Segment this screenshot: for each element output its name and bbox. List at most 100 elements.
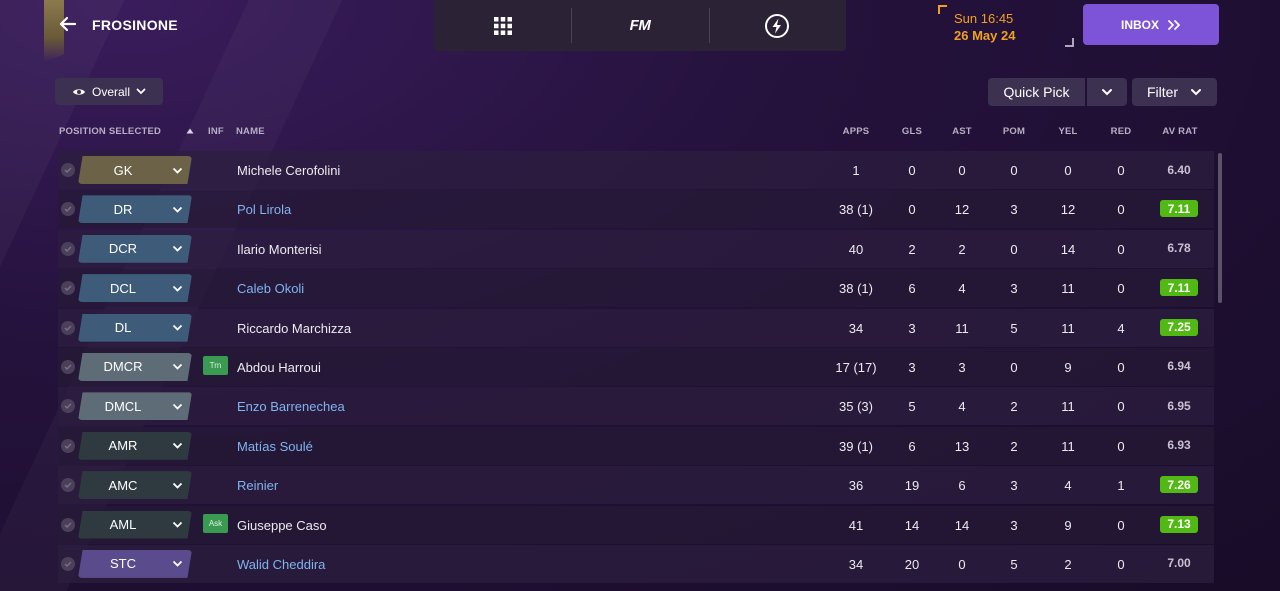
- pom-value: 3: [1010, 281, 1018, 297]
- sort-asc-icon[interactable]: [186, 126, 194, 137]
- table-row[interactable]: DL Riccardo Marchizza 34 3 11 5 11 4 7.2…: [58, 308, 1214, 347]
- position-select[interactable]: AMR: [78, 431, 192, 460]
- col-position-selected[interactable]: POSITION SELECTED: [59, 126, 161, 137]
- inbox-button[interactable]: INBOX: [1083, 4, 1219, 45]
- table-row[interactable]: DCR Ilario Monterisi 40 2 2 0 14 0 6.78: [58, 229, 1214, 268]
- position-select[interactable]: DL: [78, 313, 192, 342]
- player-name[interactable]: Riccardo Marchizza: [237, 321, 351, 336]
- avg-rating: 6.95: [1167, 398, 1191, 413]
- table-row[interactable]: DR Pol Lirola 38 (1) 0 12 3 12 0 7.11: [58, 190, 1214, 229]
- player-name[interactable]: Enzo Barrenechea: [237, 399, 345, 414]
- chevron-down-icon: [162, 324, 192, 331]
- continue-button[interactable]: [708, 0, 846, 51]
- position-select[interactable]: DR: [78, 195, 192, 224]
- goals-value: 2: [908, 241, 916, 257]
- row-checkbox[interactable]: [61, 320, 75, 335]
- assists-value: 13: [954, 438, 970, 454]
- table-row[interactable]: AML Ask Giuseppe Caso 41 14 14 3 9 0 7.1…: [58, 505, 1214, 544]
- check-icon: [64, 325, 72, 331]
- player-name[interactable]: Matías Soulé: [237, 439, 313, 454]
- table-row[interactable]: DMCR Trn Abdou Harroui 17 (17) 3 3 0 9 0…: [58, 347, 1214, 386]
- quick-pick-dropdown[interactable]: [1087, 78, 1127, 106]
- position-select[interactable]: DMCR: [78, 352, 192, 381]
- goals-value: 3: [908, 359, 916, 375]
- inf-badge[interactable]: Ask: [203, 513, 228, 533]
- col-red[interactable]: RED: [1097, 126, 1145, 137]
- position-select[interactable]: AML: [78, 510, 192, 539]
- col-ast[interactable]: AST: [938, 126, 986, 137]
- player-name[interactable]: Ilario Monterisi: [237, 242, 322, 257]
- apps-value: 39 (1): [839, 438, 873, 454]
- col-pom[interactable]: POM: [990, 126, 1038, 137]
- table-row[interactable]: GK Michele Cerofolini 1 0 0 0 0 0 6.40: [58, 151, 1214, 189]
- row-checkbox[interactable]: [61, 163, 75, 177]
- player-name[interactable]: Caleb Okoli: [237, 281, 304, 296]
- player-name[interactable]: Abdou Harroui: [237, 360, 321, 375]
- back-button[interactable]: [56, 12, 80, 36]
- current-date: 26 May 24: [954, 28, 1016, 43]
- position-select[interactable]: STC: [78, 549, 192, 578]
- fm-home-button[interactable]: FM: [571, 0, 708, 51]
- table-row[interactable]: STC Walid Cheddira 34 20 0 5 2 0 7.00: [58, 544, 1214, 583]
- table-row[interactable]: DCL Caleb Okoli 38 (1) 6 4 3 11 0 7.11: [58, 269, 1214, 308]
- col-name[interactable]: NAME: [236, 126, 265, 137]
- quick-pick-button[interactable]: Quick Pick: [988, 78, 1085, 106]
- avg-rating: 7.00: [1167, 556, 1191, 571]
- row-checkbox[interactable]: [61, 359, 75, 374]
- table-row[interactable]: DMCL Enzo Barrenechea 35 (3) 5 4 2 11 0 …: [58, 387, 1214, 426]
- filter-label: Filter: [1146, 84, 1179, 100]
- position-select[interactable]: AMC: [78, 471, 192, 500]
- player-name[interactable]: Giuseppe Caso: [237, 518, 327, 533]
- position-label: DMCL: [104, 398, 142, 414]
- yellow-value: 2: [1064, 556, 1072, 572]
- apps-value: 38 (1): [839, 281, 873, 297]
- apps-value: 38 (1): [839, 202, 873, 218]
- inf-badge[interactable]: Trn: [203, 355, 228, 375]
- player-name[interactable]: Michele Cerofolini: [237, 163, 340, 178]
- row-checkbox[interactable]: [61, 556, 75, 571]
- col-apps[interactable]: APPS: [832, 126, 880, 137]
- avg-rating: 7.25: [1160, 318, 1198, 336]
- position-select[interactable]: DCL: [78, 274, 192, 303]
- avg-rating: 6.40: [1167, 162, 1191, 177]
- player-name[interactable]: Reinier: [237, 478, 278, 493]
- col-gls[interactable]: GLS: [888, 126, 936, 137]
- assists-value: 4: [958, 399, 966, 415]
- table-header: POSITION SELECTED INF NAME APPS GLS AST …: [58, 124, 1214, 140]
- goals-value: 20: [904, 556, 920, 572]
- col-yel[interactable]: YEL: [1044, 126, 1092, 137]
- pom-value: 0: [1010, 163, 1018, 178]
- apps-value: 40: [848, 241, 864, 257]
- fm-logo: FM: [629, 17, 651, 34]
- table-row[interactable]: AMR Matías Soulé 39 (1) 6 13 2 11 0 6.93: [58, 426, 1214, 465]
- avg-rating: 7.26: [1160, 476, 1198, 494]
- row-checkbox[interactable]: [61, 399, 75, 414]
- table-scrollbar[interactable]: [1218, 153, 1222, 303]
- view-select[interactable]: Overall: [55, 78, 163, 105]
- current-time: Sun 16:45: [954, 11, 1014, 26]
- row-checkbox[interactable]: [61, 202, 75, 217]
- yellow-value: 11: [1061, 438, 1075, 454]
- col-av-rat[interactable]: AV RAT: [1156, 126, 1204, 137]
- row-checkbox[interactable]: [61, 478, 75, 493]
- red-value: 0: [1117, 281, 1125, 297]
- player-name[interactable]: Pol Lirola: [237, 202, 291, 217]
- row-checkbox[interactable]: [61, 281, 75, 296]
- row-checkbox[interactable]: [61, 241, 75, 256]
- inbox-label: INBOX: [1120, 17, 1159, 32]
- apps-value: 41: [848, 517, 864, 533]
- menu-grid-button[interactable]: [434, 0, 571, 51]
- yellow-value: 12: [1060, 202, 1076, 218]
- check-icon: [64, 522, 72, 528]
- table-row[interactable]: AMC Reinier 36 19 6 3 4 1 7.26: [58, 466, 1214, 505]
- pom-value: 2: [1010, 438, 1018, 454]
- col-inf[interactable]: INF: [208, 126, 224, 137]
- position-label: STC: [110, 556, 136, 572]
- position-select[interactable]: DMCL: [78, 392, 192, 421]
- row-checkbox[interactable]: [61, 517, 75, 532]
- filter-button[interactable]: Filter: [1132, 78, 1217, 106]
- position-select[interactable]: GK: [78, 156, 192, 184]
- player-name[interactable]: Walid Cheddira: [237, 557, 325, 572]
- position-select[interactable]: DCR: [78, 234, 192, 263]
- row-checkbox[interactable]: [61, 438, 75, 453]
